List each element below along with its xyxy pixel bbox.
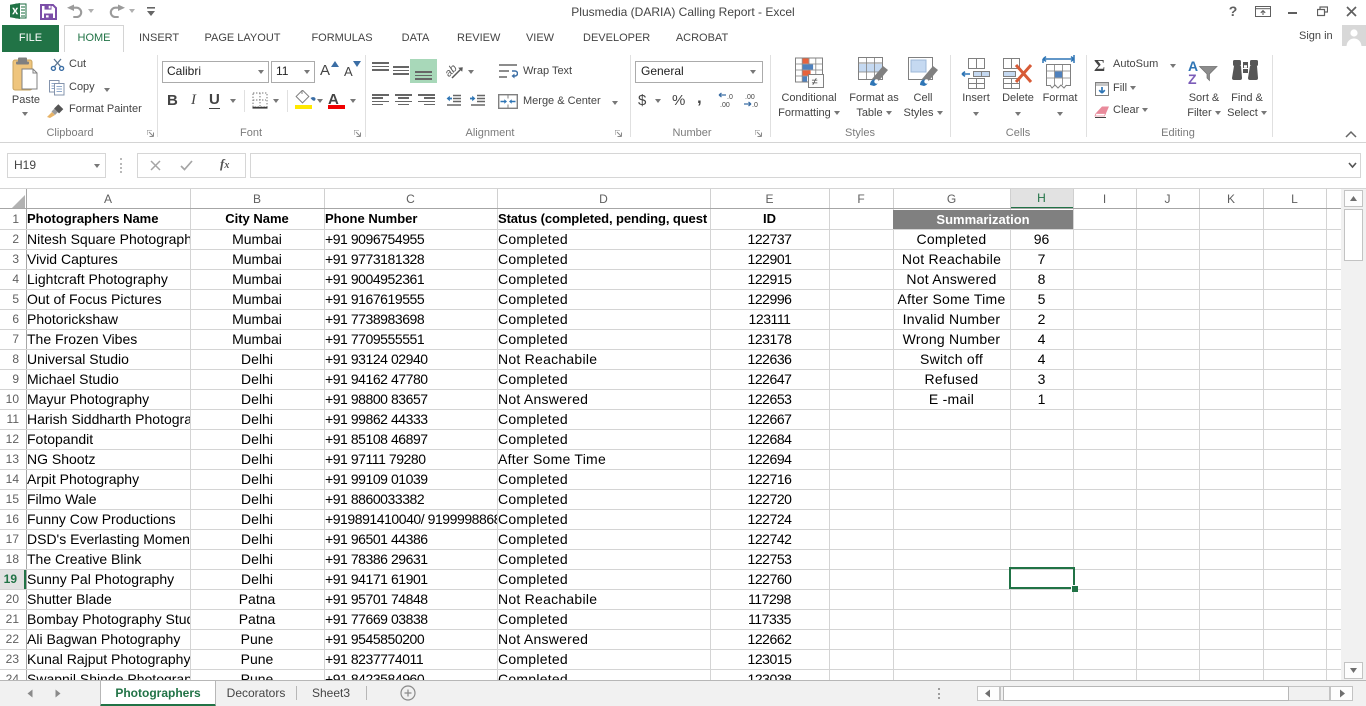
svg-text:.0: .0	[727, 94, 733, 101]
svg-text:Z: Z	[1188, 71, 1197, 84]
svg-text:.00: .00	[720, 102, 730, 108]
svg-text:≠: ≠	[812, 76, 818, 88]
svg-text:.0: .0	[752, 102, 758, 108]
svg-text:.00: .00	[745, 94, 755, 101]
